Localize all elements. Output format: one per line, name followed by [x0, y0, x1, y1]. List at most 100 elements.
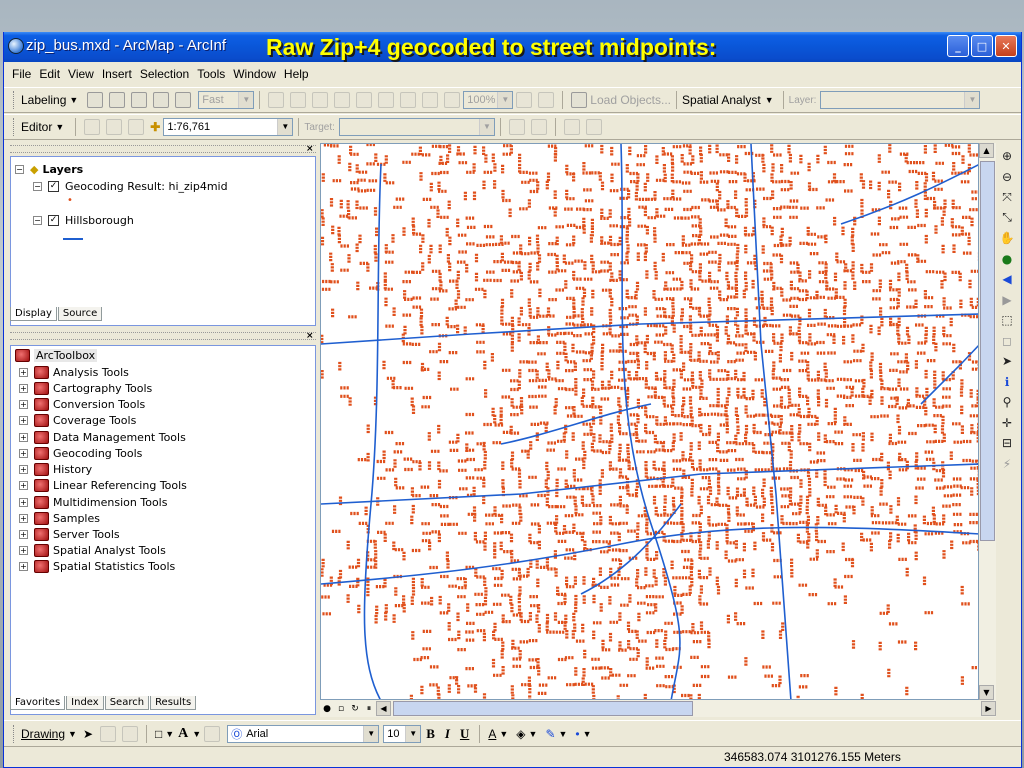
expand-icon[interactable]: + — [19, 433, 28, 442]
zoom-out-layout-icon[interactable] — [378, 92, 395, 108]
select-pointer-icon[interactable]: ➤ — [83, 727, 93, 741]
line-color-icon[interactable]: ✎ — [545, 727, 555, 741]
pan-hand-icon[interactable]: ✋ — [998, 229, 1016, 247]
fill-color-icon[interactable]: ◈ — [516, 727, 525, 741]
tab-index[interactable]: Index — [66, 696, 104, 710]
toolbox-item[interactable]: History — [53, 463, 92, 476]
expand-icon[interactable]: + — [19, 465, 28, 474]
toolbox-item[interactable]: Conversion Tools — [53, 398, 145, 411]
edit-vertices-icon[interactable] — [204, 725, 221, 742]
tab-source[interactable]: Source — [57, 307, 103, 321]
menu-insert[interactable]: Insert — [102, 67, 132, 81]
splined-text-icon[interactable] — [290, 92, 307, 108]
zoom-in-layout-icon[interactable] — [356, 92, 373, 108]
underline-button[interactable]: U — [460, 726, 469, 742]
toolbox-pane-grip[interactable] — [10, 332, 316, 340]
line-symbol-icon[interactable] — [63, 230, 83, 240]
callout-icon[interactable] — [312, 92, 329, 108]
menu-tools[interactable]: Tools — [197, 67, 225, 81]
point-symbol-icon[interactable]: • — [67, 195, 73, 206]
rotate-tool-icon[interactable] — [530, 119, 547, 135]
close-button[interactable]: ✕ — [995, 35, 1017, 57]
menu-file[interactable]: File — [12, 67, 31, 81]
full-page-icon[interactable] — [400, 92, 417, 108]
map-scale-select[interactable]: 1:76,761 ▼ — [163, 118, 294, 136]
pause-drawing-icon[interactable]: ⏸ — [362, 704, 376, 714]
editor-menu[interactable]: Editor — [21, 120, 52, 134]
pause-labeling-icon[interactable] — [175, 92, 192, 108]
zoom-out-icon[interactable]: ⊖ — [998, 168, 1016, 186]
font-color-icon[interactable]: A — [488, 727, 496, 741]
toolbox-item[interactable]: Multidimension Tools — [53, 496, 167, 509]
layer-visibility-checkbox[interactable]: ✓ — [48, 181, 59, 192]
expand-icon[interactable]: + — [19, 384, 28, 393]
tab-search[interactable]: Search — [104, 696, 150, 710]
chevron-down-icon[interactable]: ▼ — [165, 729, 174, 739]
font-size-select[interactable]: 10 ▼ — [383, 724, 422, 743]
attribute-table-icon[interactable] — [563, 119, 580, 135]
map-vertical-scrollbar[interactable]: ▲ ▼ — [979, 143, 996, 700]
layout-zoom-select[interactable]: 100% ▼ — [463, 91, 514, 109]
expand-icon[interactable]: + — [19, 562, 28, 571]
collapse-icon[interactable]: − — [33, 182, 42, 191]
select-elements-icon[interactable]: ➤ — [998, 352, 1016, 370]
toggle-draft-icon[interactable] — [516, 92, 533, 108]
tab-results[interactable]: Results — [150, 696, 197, 710]
tab-favorites[interactable]: Favorites — [10, 696, 66, 710]
menu-window[interactable]: Window — [233, 67, 276, 81]
scroll-up-icon[interactable]: ▲ — [979, 143, 994, 158]
chevron-down-icon[interactable]: ▼ — [55, 122, 64, 132]
expand-icon[interactable]: + — [19, 416, 28, 425]
layout-view-icon[interactable]: ▫ — [334, 704, 348, 714]
focus-frame-icon[interactable] — [538, 92, 555, 108]
target-layer-select[interactable]: ▼ — [338, 118, 495, 136]
expand-icon[interactable]: + — [19, 530, 28, 539]
draw-text-icon[interactable] — [268, 92, 285, 108]
measure-icon[interactable]: ⊟ — [998, 434, 1016, 452]
map-canvas[interactable] — [321, 144, 979, 700]
fixed-zoom-in-icon[interactable]: ⤧ — [998, 188, 1016, 206]
chevron-down-icon[interactable]: ▼ — [765, 95, 774, 105]
font-select[interactable]: Ⓞ Arial ▼ — [227, 724, 380, 743]
chevron-down-icon[interactable]: ▼ — [192, 729, 201, 739]
close-toc-icon[interactable]: × — [306, 144, 314, 154]
minimize-button[interactable]: _ — [947, 35, 969, 57]
expand-icon[interactable]: + — [19, 546, 28, 555]
chevron-down-icon[interactable]: ▼ — [69, 95, 78, 105]
map-display[interactable] — [320, 143, 979, 700]
sketch-properties-icon[interactable] — [585, 119, 602, 135]
labeling-menu[interactable]: Labeling — [21, 93, 66, 107]
expand-icon[interactable]: + — [19, 498, 28, 507]
clear-selection-icon[interactable]: ◻ — [998, 332, 1016, 350]
menu-selection[interactable]: Selection — [140, 67, 189, 81]
italic-button[interactable]: I — [445, 726, 450, 742]
toolbox-item[interactable]: Geocoding Tools — [53, 447, 142, 460]
data-frame-label[interactable]: Layers — [42, 163, 83, 176]
marker-color-icon[interactable]: • — [575, 727, 579, 741]
expand-icon[interactable]: + — [19, 514, 28, 523]
label-weight-icon[interactable] — [131, 92, 148, 108]
collapse-icon[interactable]: − — [33, 216, 42, 225]
full-extent-globe-icon[interactable]: ● — [998, 250, 1016, 268]
identify-icon[interactable]: ℹ — [998, 373, 1016, 391]
toolbox-item[interactable]: Spatial Statistics Tools — [53, 560, 175, 573]
chevron-down-icon[interactable]: ▼ — [529, 729, 538, 739]
toolbox-root[interactable]: ArcToolbox — [34, 349, 98, 362]
tab-display[interactable]: Display — [10, 307, 57, 321]
collapse-icon[interactable]: − — [15, 165, 24, 174]
expand-icon[interactable]: + — [19, 400, 28, 409]
select-elements-icon[interactable] — [334, 92, 351, 108]
forward-arrow-icon[interactable]: ▶ — [998, 291, 1016, 309]
forward-extent-icon[interactable] — [444, 92, 461, 108]
toc-layer-name[interactable]: Geocoding Result: hi_zip4mid — [65, 180, 228, 193]
horizontal-scroll-thumb[interactable] — [393, 701, 693, 716]
layer-visibility-checkbox[interactable]: ✓ — [48, 215, 59, 226]
text-tool-icon[interactable]: A — [178, 726, 188, 742]
label-manager-icon[interactable] — [87, 92, 104, 108]
zoom-to-element-icon[interactable] — [122, 725, 138, 742]
chevron-down-icon[interactable]: ▼ — [559, 729, 568, 739]
back-extent-icon[interactable] — [422, 92, 439, 108]
scroll-right-icon[interactable]: ▶ — [981, 701, 996, 716]
toolbox-item[interactable]: Spatial Analyst Tools — [53, 544, 166, 557]
edit-tool-icon[interactable] — [84, 119, 101, 135]
